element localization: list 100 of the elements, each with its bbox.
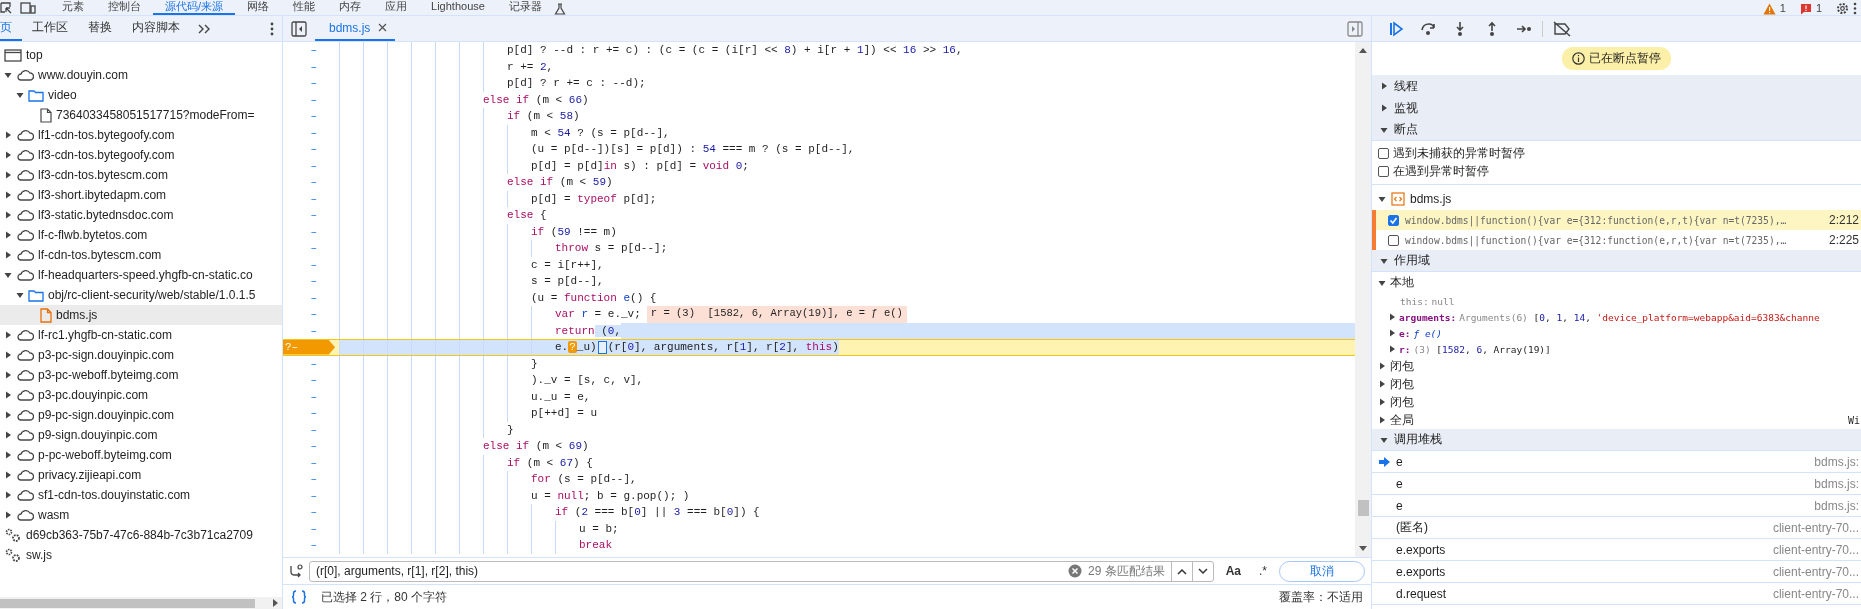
braces-icon[interactable] [291,590,307,604]
breakpoint-gutter-marker[interactable]: – [283,223,339,240]
tree-item[interactable]: p3-pc-sign.douyinpic.com [0,345,282,365]
panel-tab[interactable]: 记录器 [496,0,554,15]
tree-item[interactable]: lf-rc1.yhgfb-cn-static.com [0,325,282,345]
caret-icon[interactable] [4,431,12,439]
scope-group[interactable]: 闭包 [1372,393,1861,411]
tree-item[interactable]: sf1-cdn-tos.douyinstatic.com [0,485,282,505]
call-frame[interactable]: e bdms.js: [1372,451,1861,473]
caret-icon[interactable] [4,271,12,279]
section-header[interactable]: 调用堆栈 [1372,429,1861,451]
caret-icon[interactable] [4,511,12,519]
navigator-tab[interactable]: 替换 [78,16,122,41]
caret-icon[interactable] [4,391,12,399]
panel-tab[interactable]: 应用 [373,0,420,15]
settings-icon[interactable] [1836,2,1849,15]
caret-icon[interactable] [4,231,12,239]
section-header[interactable]: 断点 [1372,119,1861,141]
call-frame[interactable]: (匿名) client-entry-70... [1372,517,1861,539]
checkbox[interactable] [1388,234,1399,246]
caret-icon[interactable] [4,471,12,479]
tree-item[interactable]: p3-pc.douyinpic.com [0,385,282,405]
tree-item[interactable]: bdms.js [0,305,282,325]
tree-item[interactable]: p9-sign.douyinpic.com [0,425,282,445]
breakpoint-gutter-marker[interactable]: – [283,504,339,521]
caret-icon[interactable] [4,131,12,139]
tree-item[interactable]: p9-pc-sign.douyinpic.com [0,405,282,425]
caret-icon[interactable] [1380,256,1388,265]
panel-tab[interactable]: 内存 [327,0,374,15]
navigator-tab[interactable]: 内容脚本 [122,16,190,41]
breakpoint-gutter-marker[interactable]: – [283,306,339,323]
section-header[interactable]: 监视 [1372,97,1861,119]
section-header[interactable]: 作用域 [1372,250,1861,272]
breakpoint-gutter-marker[interactable]: – [283,520,339,537]
caret-icon[interactable] [1388,345,1396,353]
call-frame[interactable]: e bdms.js: [1372,495,1861,517]
caret-icon[interactable] [1380,104,1388,112]
breakpoint-gutter-marker[interactable]: – [283,240,339,257]
caret-icon[interactable] [16,291,24,299]
cursor-icon[interactable] [0,2,12,14]
caret-icon[interactable] [1388,329,1396,337]
tree-item[interactable]: lf1-cdn-tos.bytegoofy.com [0,125,282,145]
close-icon[interactable] [378,23,388,32]
tree-item[interactable]: lf3-cdn-tos.bytescm.com [0,165,282,185]
panel-tab[interactable]: 元素 [50,0,96,15]
breakpoint-gutter-marker[interactable]: – [283,256,339,273]
caret-icon[interactable] [4,251,12,259]
breakpoint-gutter-marker[interactable]: – [283,372,339,389]
breakpoint-gutter-marker[interactable]: – [283,454,339,471]
device-icon[interactable] [20,2,36,14]
search-input[interactable]: (r[0], arguments, r[1], r[2], this) [314,563,1068,579]
tree-item[interactable]: lf3-static.bytednsdoc.com [0,205,282,225]
caret-icon[interactable] [4,331,12,339]
breakpoint-gutter-marker[interactable]: – [283,207,339,224]
breakpoint-gutter-marker[interactable]: – [283,174,339,191]
chevron-down-icon[interactable] [1197,567,1208,575]
file-tab[interactable]: bdms.js [315,16,396,41]
scope-group[interactable]: 闭包 [1372,357,1861,375]
call-frame[interactable]: d.request client-entry-70... [1372,583,1861,605]
tree-item[interactable]: sw.js [0,545,282,565]
scope-group[interactable]: 本地 [1372,272,1861,293]
breakpoint-gutter-marker[interactable]: – [283,388,339,405]
tree-item[interactable]: top [0,45,282,65]
tree-item[interactable]: d69cb363-75b7-47c6-884b-7c3b71ca2709 [0,525,282,545]
breakpoint-gutter-marker[interactable]: – [283,157,339,174]
tree-item[interactable]: lf-headquarters-speed.yhgfb-cn-static.co [0,265,282,285]
tree-item[interactable]: privacy.zijieapi.com [0,465,282,485]
caret-icon[interactable] [4,71,12,79]
breakpoint-gutter-marker[interactable]: – [283,537,339,554]
breakpoint-gutter-marker[interactable]: – [283,487,339,504]
caret-icon[interactable] [4,451,12,459]
caret-icon[interactable] [4,351,12,359]
breakpoint-gutter-marker[interactable]: – [283,289,339,306]
scope-group[interactable]: 全局 Wi [1372,411,1861,429]
checkbox-option[interactable]: 遇到未捕获的异常时暂停 [1378,144,1861,162]
breakpoint-gutter-marker[interactable]: – [283,273,339,290]
panel-tab[interactable]: 控制台 [96,0,153,15]
cancel-button[interactable]: 取消 [1279,560,1365,582]
caret-icon[interactable] [1380,435,1388,444]
tree-item[interactable]: video [0,85,282,105]
caret-icon[interactable] [4,491,12,499]
call-frame[interactable]: e.exports client-entry-70... [1372,539,1861,561]
tree-item[interactable]: lf3-short.ibytedapm.com [0,185,282,205]
tree-item[interactable]: p3-pc-weboff.byteimg.com [0,365,282,385]
breakpoint-gutter-marker[interactable]: – [283,91,339,108]
chevron-up-icon[interactable] [1176,567,1187,575]
breakpoint-gutter-marker[interactable]: – [283,355,339,372]
caret-icon[interactable] [4,371,12,379]
caret-icon[interactable] [1378,380,1386,388]
breakpoint-gutter-marker[interactable]: – [283,438,339,455]
tree-item[interactable]: 7364033458051517715?modeFrom= [0,105,282,125]
breakpoint-gutter-marker[interactable]: – [283,58,339,75]
panel-tab[interactable]: 网络 [235,0,282,15]
caret-icon[interactable] [4,191,12,199]
tree-item[interactable]: wasm [0,505,282,525]
breakpoint-gutter-marker[interactable]: – [283,405,339,422]
caret-icon[interactable] [1380,125,1388,134]
breakpoint-gutter-marker[interactable]: – [283,471,339,488]
tree-item[interactable]: lf-c-flwb.bytetos.com [0,225,282,245]
breakpoint-gutter-marker[interactable]: – [283,190,339,207]
